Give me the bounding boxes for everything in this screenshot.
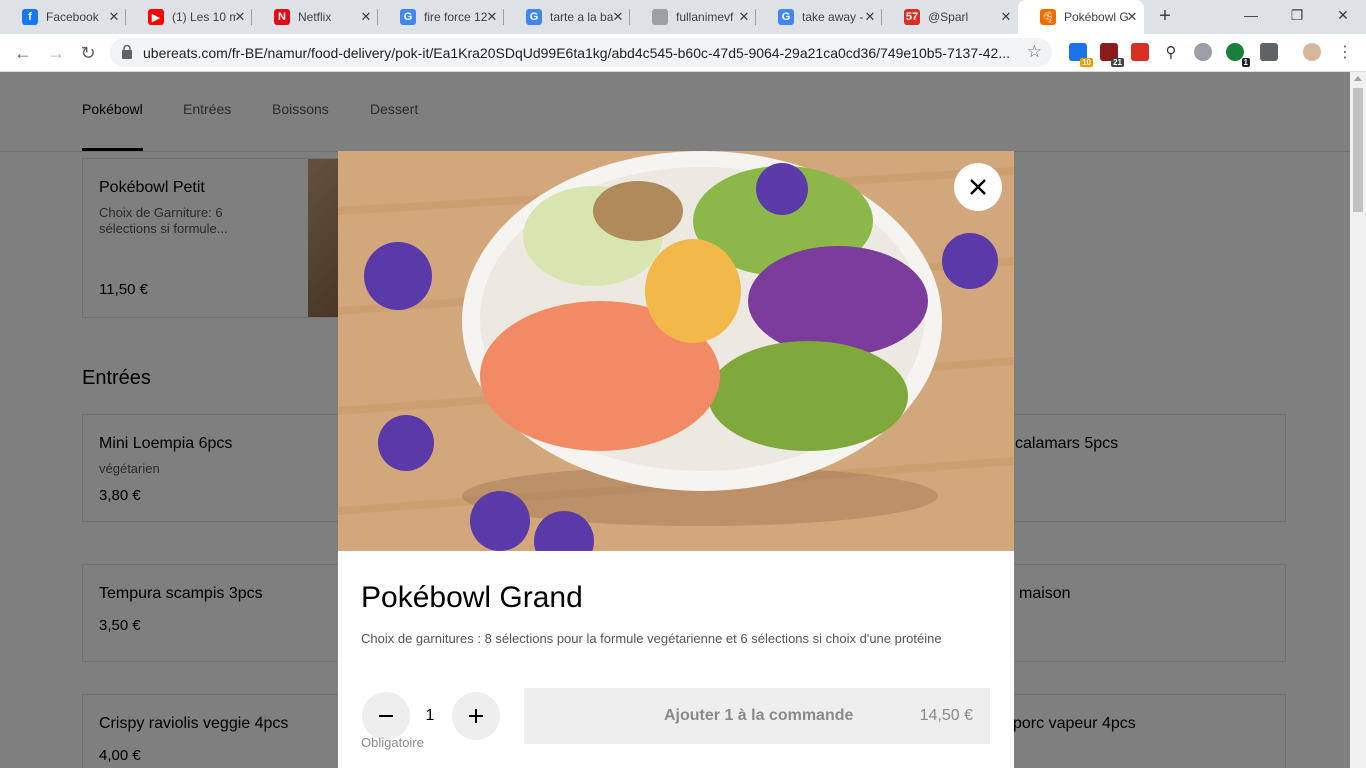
restore-button[interactable]: ❐ <box>1274 0 1320 30</box>
browser-tab[interactable]: Gtake away - ✕ <box>756 0 882 34</box>
tab-title: @Sparl <box>928 10 969 24</box>
tab-title: Netflix <box>298 10 332 24</box>
close-tab-icon[interactable]: ✕ <box>232 9 248 25</box>
extension-icon-6[interactable]: 1 <box>1226 43 1250 67</box>
item-modal: Pokébowl Grand Choix de garnitures : 8 s… <box>338 151 1014 768</box>
minus-icon <box>379 715 393 717</box>
google-icon: G <box>778 9 794 25</box>
close-window-button[interactable]: ✕ <box>1320 0 1366 30</box>
extension-badge: 10 <box>1080 58 1093 67</box>
browser-toolbar: ← → ↻ ubereats.com/fr-BE/namur/food-deli… <box>0 34 1366 72</box>
item-description: Choix de garnitures : 8 sélections pour … <box>361 631 942 646</box>
scrollbar-thumb[interactable] <box>1353 88 1363 212</box>
avatar[interactable] <box>1303 43 1321 61</box>
poke-bowl-image <box>338 151 1014 551</box>
globe-icon <box>652 9 668 25</box>
item-photo <box>338 151 1014 551</box>
add-to-order-label: Ajouter 1 à la commande <box>664 707 854 724</box>
browser-tab[interactable]: f Facebook ✕ <box>0 0 126 34</box>
tab-title: take away - <box>802 10 864 24</box>
close-tab-icon[interactable]: ✕ <box>1124 9 1140 25</box>
key-icon[interactable]: ⚲ <box>1162 43 1180 61</box>
tab-title: Pokébowl G <box>1064 10 1128 24</box>
close-modal-button[interactable] <box>954 163 1002 211</box>
calendar-icon: 57 <box>904 9 920 25</box>
tab-title: tarte a la ba <box>550 10 614 24</box>
new-tab-button[interactable]: + <box>1155 6 1175 26</box>
tab-title: fire force 12 <box>424 10 488 24</box>
browser-tab[interactable]: N Netflix ✕ <box>252 0 378 34</box>
plus-icon <box>469 709 483 723</box>
close-tab-icon[interactable]: ✕ <box>484 9 500 25</box>
required-label: Obligatoire <box>361 735 424 750</box>
extension-badge: 1 <box>1241 58 1250 67</box>
add-to-order-button[interactable]: Ajouter 1 à la commande 14,50 € <box>524 688 990 744</box>
browser-tab[interactable]: 57 @Sparl ✕ <box>882 0 1018 34</box>
youtube-icon: ▶ <box>148 9 164 25</box>
tab-title: (1) Les 10 m <box>172 10 236 24</box>
extension-icon-7[interactable] <box>1260 43 1278 61</box>
netflix-icon: N <box>274 9 290 25</box>
browser-tab-strip: f Facebook ✕ ▶ (1) Les 10 m ✕ N Netflix ✕ Gfire f… <box>0 0 1366 34</box>
url-text: ubereats.com/fr-BE/namur/food-delivery/p… <box>143 45 1011 61</box>
menu-dots-icon[interactable]: ⋮ <box>1333 41 1357 65</box>
extension-icon-1[interactable]: 10 <box>1069 43 1093 67</box>
close-icon <box>970 179 986 195</box>
close-tab-icon[interactable]: ✕ <box>998 9 1014 25</box>
address-bar[interactable]: ubereats.com/fr-BE/namur/food-delivery/p… <box>110 38 1052 67</box>
browser-tab[interactable]: Gtarte a la ba ✕ <box>504 0 630 34</box>
google-icon: G <box>526 9 542 25</box>
close-tab-icon[interactable]: ✕ <box>358 9 374 25</box>
close-tab-icon[interactable]: ✕ <box>862 9 878 25</box>
tab-title: fullanimevf <box>676 10 734 24</box>
quantity-value: 1 <box>425 707 435 724</box>
close-tab-icon[interactable]: ✕ <box>106 9 122 25</box>
item-title: Pokébowl Grand <box>361 581 583 614</box>
facebook-icon: f <box>22 9 38 25</box>
reload-icon[interactable]: ↻ <box>76 41 100 65</box>
scroll-up-arrow-icon[interactable] <box>1354 76 1362 81</box>
back-arrow-icon[interactable]: ← <box>11 41 35 65</box>
extension-icon-3[interactable] <box>1131 43 1149 61</box>
browser-tab[interactable]: Gfire force 12 ✕ <box>378 0 504 34</box>
close-tab-icon[interactable]: ✕ <box>736 9 752 25</box>
browser-tab[interactable]: ▶ (1) Les 10 m ✕ <box>126 0 252 34</box>
increase-quantity-button[interactable] <box>452 692 500 740</box>
extension-icon-5[interactable] <box>1194 43 1212 61</box>
extension-badge: 21 <box>1111 58 1124 67</box>
lock-icon <box>122 45 132 59</box>
browser-tab[interactable]: 🍕 Pokébowl G ✕ <box>1018 0 1144 34</box>
google-icon: G <box>400 9 416 25</box>
bookmark-star-icon[interactable]: ☆ <box>1027 42 1042 62</box>
minimize-button[interactable]: — <box>1228 0 1274 30</box>
forward-arrow-icon[interactable]: → <box>44 41 68 65</box>
decrease-quantity-button[interactable] <box>362 692 410 740</box>
tab-title: Facebook <box>46 10 99 24</box>
ubereats-icon: 🍕 <box>1040 9 1056 25</box>
extension-icon-2[interactable]: 21 <box>1100 43 1124 67</box>
add-to-order-price: 14,50 € <box>919 707 973 724</box>
page-scrollbar[interactable] <box>1350 72 1366 768</box>
close-tab-icon[interactable]: ✕ <box>610 9 626 25</box>
browser-tab[interactable]: fullanimevf ✕ <box>630 0 756 34</box>
